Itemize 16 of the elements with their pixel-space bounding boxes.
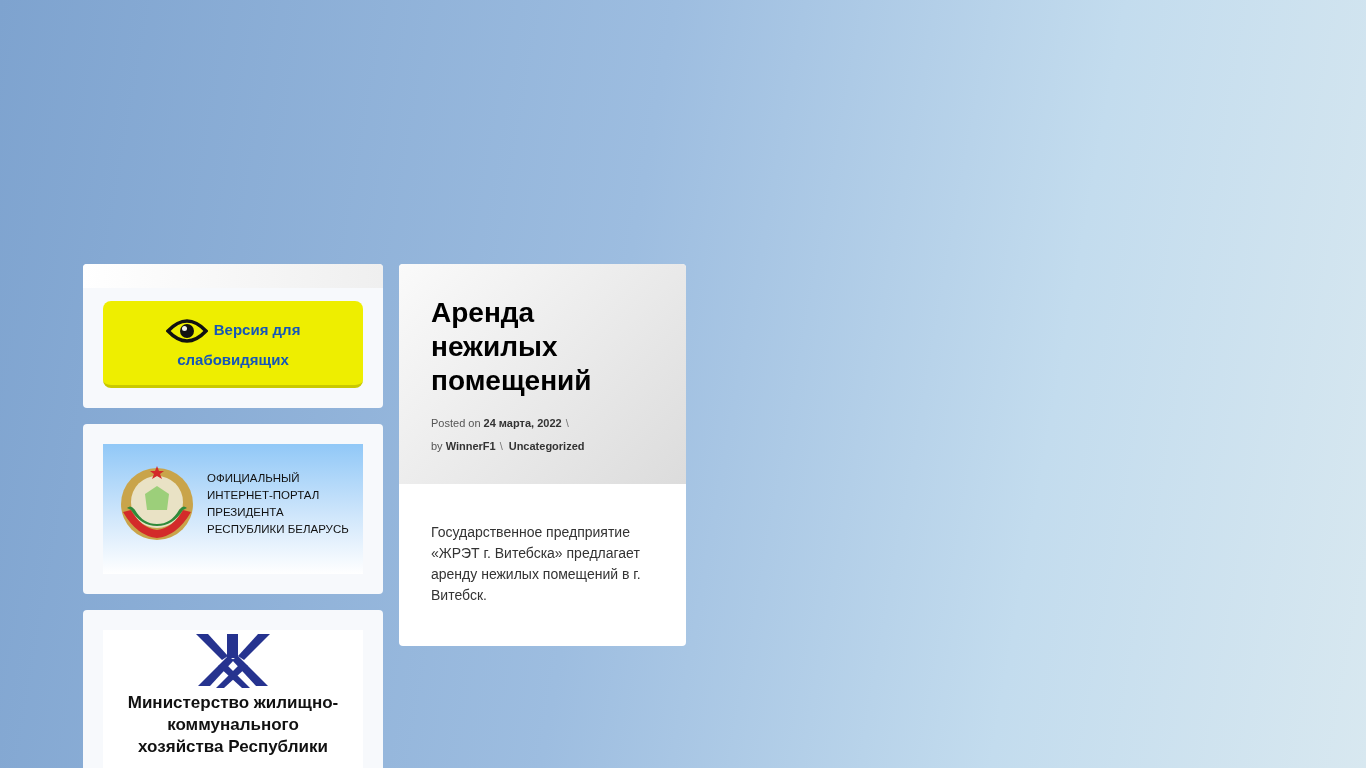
meta-link[interactable]: 24 марта, 2022 bbox=[483, 417, 562, 429]
meta-separator: \ bbox=[565, 417, 569, 429]
eye-icon bbox=[165, 317, 208, 346]
banner-text: Министерство жилищно- коммунального хозяйства Республики bbox=[127, 692, 339, 759]
meta-link[interactable]: Uncategorized bbox=[508, 440, 585, 452]
post-title[interactable]: Аренда нежилых помещений bbox=[431, 296, 596, 398]
banner-text: ОФИЦИАЛЬНЫЙ ИНТЕРНЕТ-ПОРТАЛ ПРЕЗИДЕНТА РЕСПУБЛИКИ БЕЛАРУСЬ bbox=[207, 471, 349, 538]
logo-icon bbox=[194, 632, 272, 691]
meta-label: by bbox=[431, 440, 443, 452]
meta-label: Posted on bbox=[431, 417, 481, 429]
ministry-banner[interactable]: Министерство жилищно- коммунального хозяйства Республики bbox=[103, 630, 363, 768]
post-excerpt: Государственное предприятие «ЖРЭТ г. Витебска» предлагает аренду нежилых помещений в г. Витебск. bbox=[430, 523, 642, 605]
accessibility-version-button[interactable]: Версия для слабовидящих bbox=[103, 301, 363, 389]
meta-link[interactable]: WinnerF1 bbox=[445, 440, 496, 452]
president-portal-banner[interactable]: ОФИЦИАЛЬНЫЙ ИНТЕРНЕТ-ПОРТАЛ ПРЕЗИДЕНТА РЕСПУБЛИКИ БЕЛАРУСЬ bbox=[103, 444, 363, 575]
meta-separator: \ bbox=[499, 440, 503, 452]
